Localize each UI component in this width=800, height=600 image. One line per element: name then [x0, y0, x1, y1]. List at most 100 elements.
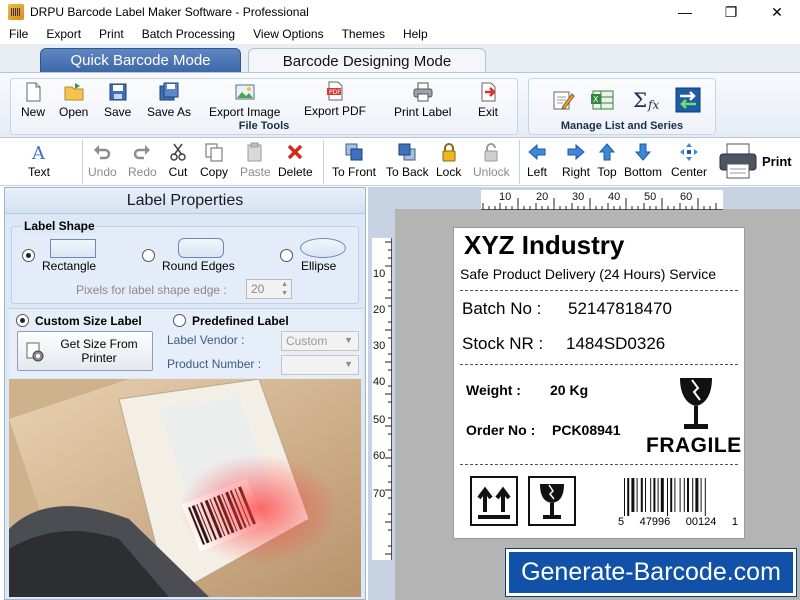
- svg-text:fx: fx: [647, 98, 659, 112]
- open-button[interactable]: Open: [59, 81, 88, 119]
- new-button[interactable]: New: [21, 81, 45, 119]
- menu-themes[interactable]: Themes: [333, 27, 394, 41]
- save-as-icon: [159, 82, 179, 101]
- design-toolbar: A Text Undo Redo Cut Copy Paste Delete T…: [0, 138, 800, 186]
- website-banner: Generate-Barcode.com: [505, 548, 797, 597]
- undo-button[interactable]: Undo: [88, 142, 117, 179]
- align-right-button[interactable]: Right: [562, 142, 590, 179]
- menu-export[interactable]: Export: [37, 27, 90, 41]
- lock-icon: [442, 143, 456, 162]
- barcode-bar: [695, 478, 699, 512]
- redo-label: Redo: [128, 165, 157, 179]
- exit-button[interactable]: Exit: [477, 81, 499, 119]
- export-pdf-label: Export PDF: [304, 104, 367, 118]
- label-vendor-label: Label Vendor :: [167, 333, 245, 347]
- barcode-digits-right: 00124: [685, 516, 717, 528]
- pdf-icon: PDF: [327, 81, 343, 101]
- label-divider: [460, 364, 738, 365]
- save-button[interactable]: Save: [104, 81, 131, 119]
- this-side-up-icon: [470, 476, 518, 526]
- label-shape-group: Label Shape Rectangle Round Edges Ellips…: [11, 219, 359, 304]
- align-right-label: Right: [562, 165, 591, 179]
- cut-button[interactable]: Cut: [168, 142, 188, 179]
- print-button[interactable]: Print: [718, 142, 792, 180]
- text-tool-button[interactable]: A Text: [28, 142, 50, 179]
- mode-tabs: Quick Barcode Mode Barcode Designing Mod…: [0, 44, 800, 73]
- round-edges-radio[interactable]: [142, 249, 155, 262]
- spinner-arrows-icon: ▲ ▼: [281, 281, 288, 297]
- lock-button[interactable]: Lock: [436, 142, 461, 179]
- menu-file[interactable]: File: [0, 27, 37, 41]
- predefined-label-radio[interactable]: [173, 314, 186, 327]
- barcode-bar: [667, 478, 668, 516]
- menu-batch-processing[interactable]: Batch Processing: [133, 27, 244, 41]
- export-pdf-button[interactable]: PDF Export PDF: [304, 80, 366, 118]
- barcode-scanning-photo: [9, 379, 361, 597]
- custom-size-radio[interactable]: [16, 314, 29, 327]
- rectangle-radio[interactable]: [22, 249, 35, 262]
- barcode-bar: [645, 478, 646, 512]
- redo-button[interactable]: Redo: [128, 142, 157, 179]
- app-barcode-icon: [8, 4, 24, 20]
- align-center-button[interactable]: Center: [671, 142, 707, 179]
- undo-label: Undo: [88, 165, 117, 179]
- delete-button[interactable]: Delete: [278, 142, 313, 179]
- align-bottom-button[interactable]: Bottom: [624, 142, 662, 179]
- custom-size-label: Custom Size Label: [35, 314, 142, 328]
- to-back-button[interactable]: To Back: [386, 142, 429, 179]
- pixels-edge-spinner[interactable]: 20 ▲ ▼: [246, 279, 292, 299]
- barcode-bar: [679, 478, 681, 512]
- swap-series-icon[interactable]: [675, 87, 701, 113]
- redo-icon: [134, 145, 151, 160]
- pixels-edge-label: Pixels for label shape edge :: [76, 283, 227, 297]
- menu-help[interactable]: Help: [394, 27, 437, 41]
- maximize-button[interactable]: ❐: [708, 0, 754, 24]
- save-as-button[interactable]: Save As: [147, 81, 191, 119]
- export-image-button[interactable]: Export Image: [209, 81, 280, 119]
- ellipse-radio[interactable]: [280, 249, 293, 262]
- tab-barcode-designing-mode[interactable]: Barcode Designing Mode: [248, 48, 486, 73]
- get-size-from-printer-button[interactable]: Get Size From Printer: [17, 331, 153, 371]
- open-folder-icon: [64, 83, 84, 101]
- barcode-label-preview[interactable]: XYZ Industry Safe Product Delivery (24 H…: [453, 227, 745, 539]
- paste-button[interactable]: Paste: [240, 142, 271, 179]
- undo-icon: [94, 145, 111, 160]
- export-image-label: Export Image: [209, 105, 281, 119]
- weight-label: Weight :: [466, 382, 521, 398]
- formula-sigma-icon[interactable]: Σfx: [632, 88, 662, 112]
- svg-text:A: A: [31, 143, 46, 162]
- save-label: Save: [104, 105, 132, 119]
- menu-print[interactable]: Print: [90, 27, 133, 41]
- barcode-bar: [636, 478, 638, 512]
- barcode-bar: [650, 478, 652, 512]
- export-image-icon: [235, 84, 255, 100]
- label-company-name: XYZ Industry: [464, 230, 625, 260]
- svg-text:PDF: PDF: [329, 89, 341, 96]
- unlock-button[interactable]: Unlock: [473, 142, 510, 179]
- ruler-tick-label: 20: [536, 191, 549, 203]
- align-top-button[interactable]: Top: [597, 142, 617, 179]
- unlock-label: Unlock: [473, 165, 510, 179]
- excel-list-icon[interactable]: X: [590, 88, 616, 112]
- to-front-button[interactable]: To Front: [332, 142, 376, 179]
- vertical-ruler: 10 20 30 40 50 60 70: [372, 238, 392, 560]
- svg-text:Σ: Σ: [633, 88, 647, 112]
- copy-button[interactable]: Copy: [200, 142, 228, 179]
- product-number-select[interactable]: ▼: [281, 355, 359, 375]
- get-size-from-printer-label: Get Size From Printer: [60, 337, 138, 365]
- minimize-button[interactable]: —: [662, 0, 708, 24]
- label-vendor-select[interactable]: Custom ▼: [281, 331, 359, 351]
- tab-quick-barcode-mode[interactable]: Quick Barcode Mode: [40, 48, 241, 73]
- window-title: DRPU Barcode Label Maker Software - Prof…: [30, 5, 309, 19]
- scissors-icon: [170, 143, 186, 161]
- print-label-button[interactable]: Print Label: [394, 81, 451, 119]
- edit-list-icon[interactable]: [551, 88, 575, 112]
- close-button[interactable]: ✕: [754, 0, 800, 24]
- align-left-button[interactable]: Left: [527, 142, 547, 179]
- label-properties-panel: Label Properties Label Shape Rectangle R…: [4, 187, 366, 600]
- barcode-digits: 5 47996 00124 1: [618, 516, 738, 528]
- menu-view-options[interactable]: View Options: [244, 27, 332, 41]
- manage-list-group: X Σfx Manage List and Series: [528, 78, 716, 135]
- scanner-box-illustration: [9, 379, 361, 597]
- lock-label: Lock: [436, 165, 462, 179]
